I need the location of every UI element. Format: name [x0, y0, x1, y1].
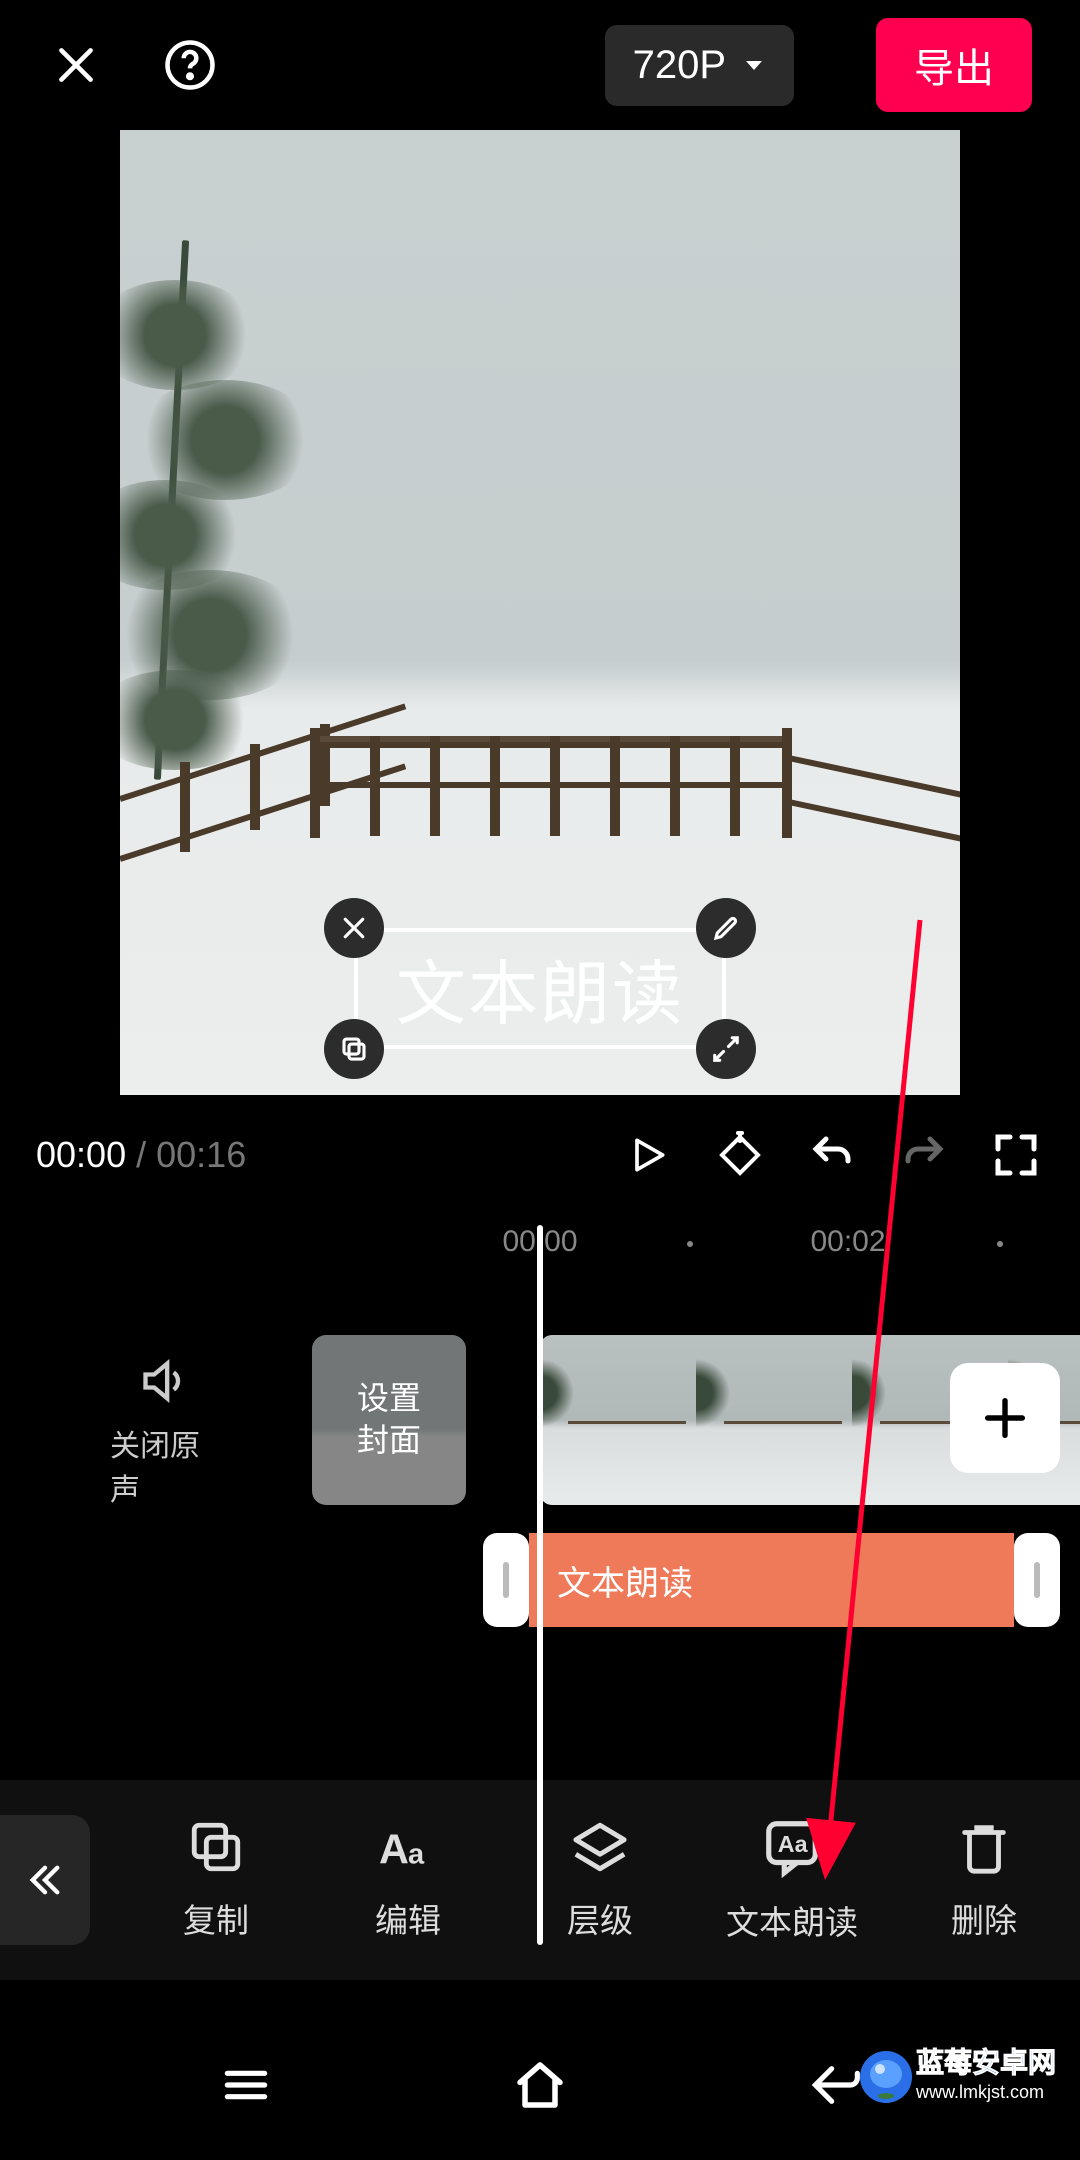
trash-icon	[955, 1818, 1013, 1876]
resolution-selector[interactable]: 720P	[605, 25, 794, 106]
text-overlay-box[interactable]: 文本朗读	[354, 928, 726, 1049]
svg-text:a: a	[408, 1839, 425, 1871]
tool-edit[interactable]: A a 编辑	[312, 1818, 504, 1942]
chevrons-left-icon	[24, 1859, 66, 1901]
nav-menu-button[interactable]	[218, 2057, 274, 2113]
text-clip-label: 文本朗读	[557, 1556, 693, 1605]
toolbar-back-button[interactable]	[0, 1815, 90, 1945]
total-time: 00:16	[156, 1134, 246, 1175]
add-clip-button[interactable]	[950, 1363, 1060, 1473]
copy-icon	[187, 1818, 245, 1876]
tool-label: 层级	[567, 1894, 633, 1942]
overlay-delete-handle[interactable]	[324, 898, 384, 958]
playhead[interactable]	[537, 1225, 543, 1945]
tool-label: 文本朗读	[726, 1896, 858, 1944]
video-preview[interactable]: 文本朗读	[120, 130, 960, 1095]
cover-label: 设置 封面	[357, 1378, 421, 1461]
svg-text:Aa: Aa	[778, 1831, 809, 1857]
video-frame-thumb	[696, 1335, 852, 1505]
text-clip[interactable]: 文本朗读	[483, 1533, 1060, 1627]
svg-text:www.lmkjst.com: www.lmkjst.com	[915, 2082, 1044, 2102]
nav-home-button[interactable]	[510, 2055, 570, 2115]
resolution-label: 720P	[633, 43, 726, 88]
help-icon[interactable]	[162, 37, 218, 93]
overlay-copy-handle[interactable]	[324, 1019, 384, 1079]
plus-icon	[979, 1392, 1031, 1444]
ruler-dot	[997, 1241, 1003, 1247]
fullscreen-button[interactable]	[988, 1127, 1044, 1183]
set-cover-button[interactable]: 设置 封面	[312, 1335, 466, 1505]
tool-copy[interactable]: 复制	[120, 1818, 312, 1942]
layers-icon	[571, 1818, 629, 1876]
mute-original-audio[interactable]: 关闭原声	[110, 1355, 220, 1509]
svg-text:A: A	[379, 1827, 409, 1873]
ruler-dot	[687, 1241, 693, 1247]
ruler-mark: 00:02	[810, 1225, 885, 1259]
svg-text:蓝莓安卓网: 蓝莓安卓网	[916, 2047, 1056, 2078]
text-speech-icon: Aa	[761, 1816, 823, 1878]
current-time: 00:00	[36, 1134, 126, 1175]
speaker-icon	[139, 1355, 191, 1407]
time-display: 00:00 / 00:16	[36, 1134, 246, 1176]
chevron-down-icon	[742, 53, 766, 77]
tool-delete[interactable]: 删除	[888, 1818, 1080, 1942]
play-button[interactable]	[620, 1127, 676, 1183]
overlay-text: 文本朗读	[396, 938, 684, 1039]
mute-label: 关闭原声	[110, 1421, 220, 1509]
tool-text-to-speech[interactable]: Aa 文本朗读	[696, 1816, 888, 1944]
preview-decoration-fence	[120, 664, 960, 924]
undo-button[interactable]	[804, 1127, 860, 1183]
clip-handle-right[interactable]	[1014, 1533, 1060, 1627]
tool-layer[interactable]: 层级	[504, 1818, 696, 1942]
watermark: 蓝莓安卓网 www.lmkjst.com	[858, 2036, 1068, 2118]
text-aa-icon: A a	[379, 1818, 437, 1876]
overlay-edit-handle[interactable]	[696, 898, 756, 958]
tool-label: 编辑	[375, 1894, 441, 1942]
nav-back-button[interactable]	[806, 2057, 862, 2113]
tool-label: 复制	[183, 1894, 249, 1942]
keyframe-button[interactable]	[712, 1127, 768, 1183]
export-button[interactable]: 导出	[876, 18, 1032, 112]
overlay-scale-handle[interactable]	[696, 1019, 756, 1079]
redo-button[interactable]	[896, 1127, 952, 1183]
clip-handle-left[interactable]	[483, 1533, 529, 1627]
tool-label: 删除	[951, 1894, 1017, 1942]
video-frame-thumb	[540, 1335, 696, 1505]
export-label: 导出	[914, 47, 994, 91]
close-icon[interactable]	[48, 37, 104, 93]
